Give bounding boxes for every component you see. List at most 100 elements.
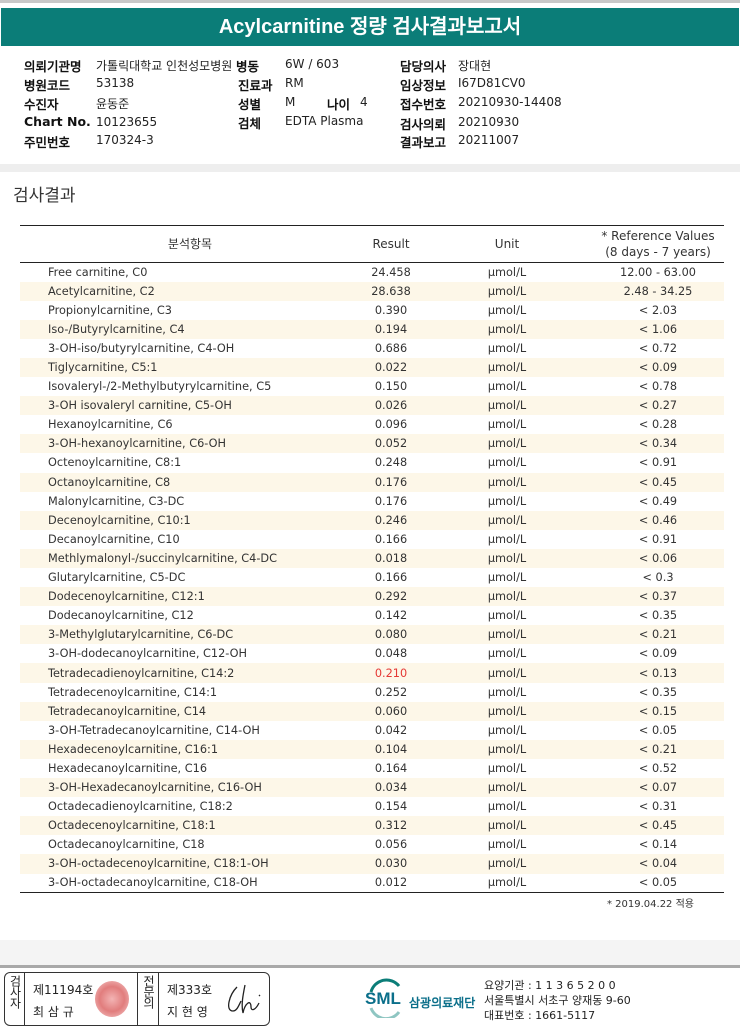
reference-range: < 0.27 bbox=[592, 396, 724, 416]
result-value: 0.022 bbox=[360, 357, 422, 378]
analyte-name: Decanoylcarnitine, C10 bbox=[48, 532, 180, 546]
table-row: Malonylcarnitine, C3-DC 0.176 µmol/L < 0.49 bbox=[20, 492, 724, 511]
table-row: Tetradecenoylcarnitine, C14:1 0.252 µmol/L… bbox=[20, 683, 724, 702]
analyte-name: Dodecenoylcarnitine, C12:1 bbox=[20, 587, 360, 607]
clinical-label: 임상정보 bbox=[400, 78, 447, 93]
analyte-name: 3-OH-Hexadecanoylcarnitine, C16-OH bbox=[20, 778, 360, 798]
unit: µmol/L bbox=[422, 396, 592, 416]
unit: µmol/L bbox=[487, 571, 527, 585]
unit: µmol/L bbox=[487, 456, 527, 470]
reference-range: < 0.46 bbox=[592, 510, 724, 530]
analyte-name: 3-OH-dodecanoylcarnitine, C12-OH bbox=[48, 647, 248, 661]
table-row: Free carnitine, C0 24.458 µmol/L 12.00 - 63… bbox=[20, 263, 724, 282]
result-value: 0.166 bbox=[374, 532, 408, 546]
unit: µmol/L bbox=[487, 341, 527, 355]
reference-range: < 0.52 bbox=[638, 761, 678, 775]
result-value: 0.096 bbox=[374, 418, 408, 432]
analyte-name: Tetradecadienoylcarnitine, C14:2 bbox=[20, 663, 360, 683]
seal-stamp bbox=[95, 981, 129, 1017]
unit: µmol/L bbox=[487, 303, 527, 317]
receipt-value: 20210930-14408 bbox=[458, 95, 562, 109]
reference-range: < 0.21 bbox=[592, 739, 724, 759]
id-value: 170324-3 bbox=[96, 133, 154, 147]
table-row: Dodecanoylcarnitine, C12 0.142 µmol/L < 0.3… bbox=[20, 606, 724, 625]
request-label: 검사의뢰 bbox=[400, 117, 447, 132]
result-value: 0.176 bbox=[374, 494, 408, 508]
patient-label: 수진자 bbox=[24, 97, 59, 112]
analyte-name: Octenoylcarnitine, C8:1 bbox=[48, 456, 182, 470]
org-name: 삼광의료재단 bbox=[409, 996, 476, 1010]
table-row: Decenoylcarnitine, C10:1 0.246 µmol/L < 0.4… bbox=[20, 510, 724, 530]
unit: µmol/L bbox=[422, 701, 592, 721]
result-value: 0.686 bbox=[374, 341, 408, 355]
unit: µmol/L bbox=[487, 761, 527, 775]
header-unit: Unit bbox=[422, 225, 592, 263]
table-row: 3-OH-dodecanoylcarnitine, C12-OH 0.048 µmo… bbox=[20, 644, 724, 663]
analyte-name: Malonylcarnitine, C3-DC bbox=[48, 494, 185, 508]
reference-range: < 2.03 bbox=[638, 303, 678, 317]
analyte-name: Octanoylcarnitine, C8 bbox=[20, 472, 360, 492]
table-row: Octadecanoylcarnitine, C18 0.056 µmol/L < 0… bbox=[20, 835, 724, 854]
reference-range: < 1.06 bbox=[592, 319, 724, 339]
reference-range: < 0.34 bbox=[592, 434, 724, 454]
chart-value: 10123655 bbox=[96, 115, 158, 129]
age-label: 나이 bbox=[327, 97, 351, 112]
analyte-name: Decenoylcarnitine, C10:1 bbox=[20, 510, 360, 530]
report-title: Acylcarnitine 정량 검사결과보고서 bbox=[1, 8, 739, 46]
analyte-name: Free carnitine, C0 bbox=[48, 265, 148, 279]
institution-value: 가톨릭대학교 인천성모병원 bbox=[96, 59, 233, 73]
result-value: 0.164 bbox=[374, 761, 408, 775]
table-row: Hexadecanoylcarnitine, C16 0.164 µmol/L < 0… bbox=[20, 759, 724, 778]
table-row: Tetradecadienoylcarnitine, C14:2 0.210 µmo… bbox=[20, 663, 724, 683]
specialist-label-text: 전문의 bbox=[141, 975, 156, 1008]
reference-range: < 0.15 bbox=[592, 701, 724, 721]
result-value: 0.150 bbox=[374, 380, 408, 394]
footer-divider bbox=[0, 965, 740, 968]
unit: µmol/L bbox=[422, 739, 592, 759]
specialist-no: 제333호 bbox=[167, 983, 212, 997]
table-row: Propionylcarnitine, C3 0.390 µmol/L < 2.03 bbox=[20, 301, 724, 320]
result-value: 0.312 bbox=[360, 816, 422, 836]
result-value: 0.210 bbox=[360, 663, 422, 683]
result-value: 0.176 bbox=[360, 472, 422, 492]
analyte-name: Iso-/Butyrylcarnitine, C4 bbox=[20, 319, 360, 339]
table-row: Tetradecanoylcarnitine, C14 0.060 µmol/L < … bbox=[20, 701, 724, 721]
report-date-label: 결과보고 bbox=[400, 135, 447, 150]
analyte-name: 3-OH-octadecanoylcarnitine, C18-OH bbox=[20, 873, 360, 894]
table-row: 3-OH-octadecenoylcarnitine, C18:1-OH 0.03… bbox=[20, 854, 724, 874]
reference-range: < 0.09 bbox=[592, 357, 724, 378]
reference-range: < 0.3 bbox=[642, 571, 674, 585]
specimen-label: 검체 bbox=[238, 116, 262, 131]
reference-range: < 0.09 bbox=[638, 647, 678, 661]
result-value: 0.052 bbox=[360, 434, 422, 454]
doctor-label: 담당의사 bbox=[400, 59, 447, 74]
reference-range: < 0.49 bbox=[638, 494, 678, 508]
result-value: 0.252 bbox=[374, 685, 408, 699]
analyte-name: 3-OH-Tetradecanoylcarnitine, C14-OH bbox=[48, 723, 260, 737]
header-ref-title: * Reference Values bbox=[601, 229, 715, 243]
result-value: 0.154 bbox=[374, 800, 408, 814]
reference-range: < 0.78 bbox=[638, 380, 678, 394]
id-label: 주민번호 bbox=[24, 135, 71, 150]
unit: µmol/L bbox=[487, 532, 527, 546]
reference-range: < 0.21 bbox=[592, 625, 724, 645]
unit: µmol/L bbox=[487, 418, 527, 432]
reference-range: < 0.05 bbox=[638, 723, 678, 737]
reference-range: < 0.35 bbox=[638, 609, 678, 623]
analyte-name: Octadecenoylcarnitine, C18:1 bbox=[20, 816, 360, 836]
specimen-value: EDTA Plasma bbox=[285, 114, 364, 128]
section-title: 검사결과 bbox=[13, 186, 76, 206]
table-row: Isovaleryl-/2-Methylbutyrylcarnitine, C5… bbox=[20, 377, 724, 396]
hospital-code-label: 병원코드 bbox=[24, 78, 71, 93]
top-border bbox=[0, 0, 740, 3]
table-row: Dodecenoylcarnitine, C12:1 0.292 µmol/L < 0… bbox=[20, 587, 724, 607]
reference-range: < 0.72 bbox=[638, 341, 678, 355]
unit: µmol/L bbox=[422, 816, 592, 836]
signature-box: 검사자 제11194호 최 삼 규 전문의 제333호 지 현 영 bbox=[4, 972, 270, 1026]
specialist-name: 지 현 영 bbox=[167, 1005, 208, 1019]
result-value: 0.080 bbox=[360, 625, 422, 645]
analyte-name: Dodecanoylcarnitine, C12 bbox=[48, 609, 194, 623]
result-value: 0.246 bbox=[360, 510, 422, 530]
unit: µmol/L bbox=[422, 663, 592, 683]
unit: µmol/L bbox=[422, 548, 592, 568]
